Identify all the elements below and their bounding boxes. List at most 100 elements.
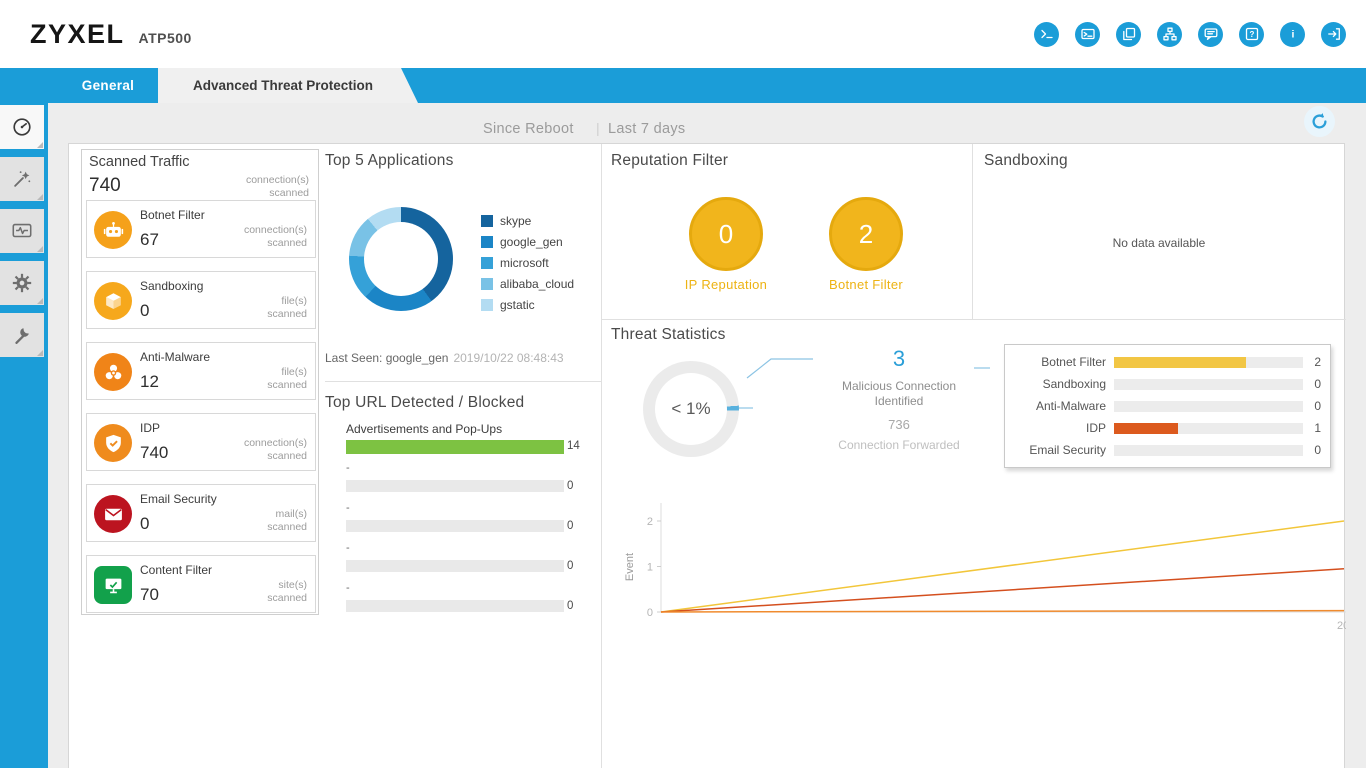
card-units: site(s) scanned: [267, 579, 307, 604]
svg-text:1: 1: [647, 562, 653, 574]
card-label: Botnet Filter: [140, 208, 205, 222]
url-row: - 0: [346, 542, 574, 572]
sandboxing-title: Sandboxing: [984, 152, 1068, 169]
sidebar: [0, 103, 48, 768]
legend-item: skype: [481, 214, 574, 228]
legend-item: gstatic: [481, 298, 574, 312]
period-separator: |: [596, 120, 600, 136]
legend-item: google_gen: [481, 235, 574, 249]
threat-statistics-title: Threat Statistics: [611, 326, 726, 343]
card-value: 70: [140, 585, 159, 604]
svg-text:Event: Event: [624, 553, 636, 581]
svg-text:2: 2: [647, 516, 653, 528]
card-content-filter: Content Filter 70 site(s) scanned: [86, 555, 316, 613]
web-console-icon[interactable]: [1075, 21, 1100, 47]
legend-item: microsoft: [481, 256, 574, 270]
card-value: 0: [140, 301, 150, 320]
botnet-filter-badge: 2: [829, 197, 903, 271]
card-label: Email Security: [140, 492, 217, 506]
refresh-icon: [1312, 113, 1327, 129]
url-row: - 0: [346, 462, 574, 492]
sidebar-item-dashboard[interactable]: [0, 105, 44, 149]
card-sandboxing: Sandboxing 0 file(s) scanned: [86, 271, 316, 329]
forwarded-label: Connection Forwarded: [838, 438, 960, 452]
monitor-activity-icon: [12, 223, 32, 238]
card-idp: IDP 740 connection(s) scanned: [86, 413, 316, 471]
header-icon-row: ? i: [1034, 21, 1346, 47]
svg-text:20: 20: [1337, 620, 1346, 632]
top-url-title: Top URL Detected / Blocked: [325, 394, 525, 411]
configuration-gear-icon: [12, 273, 32, 293]
malicious-connection-count: 3: [892, 346, 906, 371]
wizard-wand-icon: [14, 171, 31, 187]
threat-bar-row: Anti-Malware 0: [1035, 399, 1321, 413]
top-apps-legend: skype google_gen microsoft alibaba_cloud…: [481, 214, 574, 312]
help-icon[interactable]: ?: [1239, 21, 1264, 47]
top-apps-title: Top 5 Applications: [325, 152, 454, 169]
svg-text:0: 0: [647, 607, 653, 619]
tab-since-reboot[interactable]: Since Reboot: [483, 121, 574, 137]
brand: ZYXEL ATP500: [30, 19, 192, 50]
legend-swatch: [481, 215, 493, 227]
scanned-traffic-panel: Scanned Traffic 740 connection(s) scanne…: [81, 149, 319, 615]
card-value: 0: [140, 514, 150, 533]
card-botnet-filter: Botnet Filter 67 connection(s) scanned: [86, 200, 316, 258]
card-units: connection(s) scanned: [243, 224, 307, 249]
tab-advanced-threat-protection[interactable]: Advanced Threat Protection: [158, 68, 418, 103]
forum-icon[interactable]: [1198, 21, 1223, 47]
scanned-total-units: connection(s) scanned: [245, 174, 309, 199]
logout-icon[interactable]: [1321, 21, 1346, 47]
sidebar-item-monitor[interactable]: [0, 209, 44, 253]
no-data-message: No data available: [1112, 236, 1206, 250]
sitemap-icon[interactable]: [1157, 21, 1182, 47]
scanned-total-value: 740: [89, 175, 121, 196]
card-email-security: Email Security 0 mail(s) scanned: [86, 484, 316, 542]
botnet-filter-label: Botnet Filter: [829, 277, 903, 292]
copy-icon[interactable]: [1116, 21, 1141, 47]
anti-malware-icon: [94, 353, 132, 391]
svg-text:?: ?: [1249, 30, 1254, 39]
threat-bar-row: Botnet Filter 2: [1041, 355, 1321, 369]
sidebar-item-maintenance[interactable]: [0, 313, 44, 357]
card-label: Content Filter: [140, 563, 213, 577]
card-units: file(s) scanned: [267, 295, 307, 320]
idp-shield-icon: [94, 424, 132, 462]
refresh-button[interactable]: [1304, 106, 1335, 137]
info-icon[interactable]: i: [1280, 21, 1305, 47]
card-label: Sandboxing: [140, 279, 204, 293]
url-row: - 0: [346, 502, 574, 532]
ip-reputation-badge: 0: [689, 197, 763, 271]
zyxel-logo: ZYXEL: [30, 18, 125, 49]
card-value: 12: [140, 372, 159, 391]
card-units: mail(s) scanned: [267, 508, 307, 533]
event-line-chart: 0 1 2 20 Event: [624, 503, 1346, 632]
card-units: connection(s) scanned: [243, 437, 307, 462]
email-security-icon: [94, 495, 132, 533]
threat-bar-row: Email Security 0: [1029, 443, 1321, 457]
dashboard-panel: Scanned Traffic 740 connection(s) scanne…: [68, 143, 1346, 768]
legend-swatch: [481, 257, 493, 269]
ip-reputation-label: IP Reputation: [684, 277, 768, 292]
botnet-filter-icon: [94, 211, 132, 249]
threat-bar-row: IDP 1: [1085, 421, 1321, 435]
card-units: file(s) scanned: [267, 366, 307, 391]
model-label: ATP500: [138, 30, 192, 46]
top-apps-donut-chart: [349, 207, 453, 311]
top-bar: ZYXEL ATP500 ? i: [0, 0, 1366, 68]
card-value: 740: [140, 443, 169, 462]
scanned-traffic-title: Scanned Traffic: [89, 154, 190, 170]
threat-percent-value: < 1%: [671, 399, 711, 418]
card-value: 67: [140, 230, 159, 249]
sidebar-item-wizard[interactable]: [0, 157, 44, 201]
card-anti-malware: Anti-Malware 12 file(s) scanned: [86, 342, 316, 400]
malicious-connection-block: 3 Malicious Connection Identified 736 Con…: [799, 346, 999, 452]
tab-general[interactable]: General: [68, 68, 148, 103]
sidebar-item-configuration[interactable]: [0, 261, 44, 305]
url-row: Advertisements and Pop-Ups 14: [346, 422, 580, 454]
tab-last-7-days[interactable]: Last 7 days: [608, 121, 685, 137]
legend-swatch: [481, 236, 493, 248]
content-filter-icon: [94, 566, 132, 604]
threat-bars-panel: Botnet Filter 2 Sandboxing 0 Anti-Malwar…: [1004, 344, 1331, 468]
legend-swatch: [481, 278, 493, 290]
cli-icon[interactable]: [1034, 21, 1059, 47]
